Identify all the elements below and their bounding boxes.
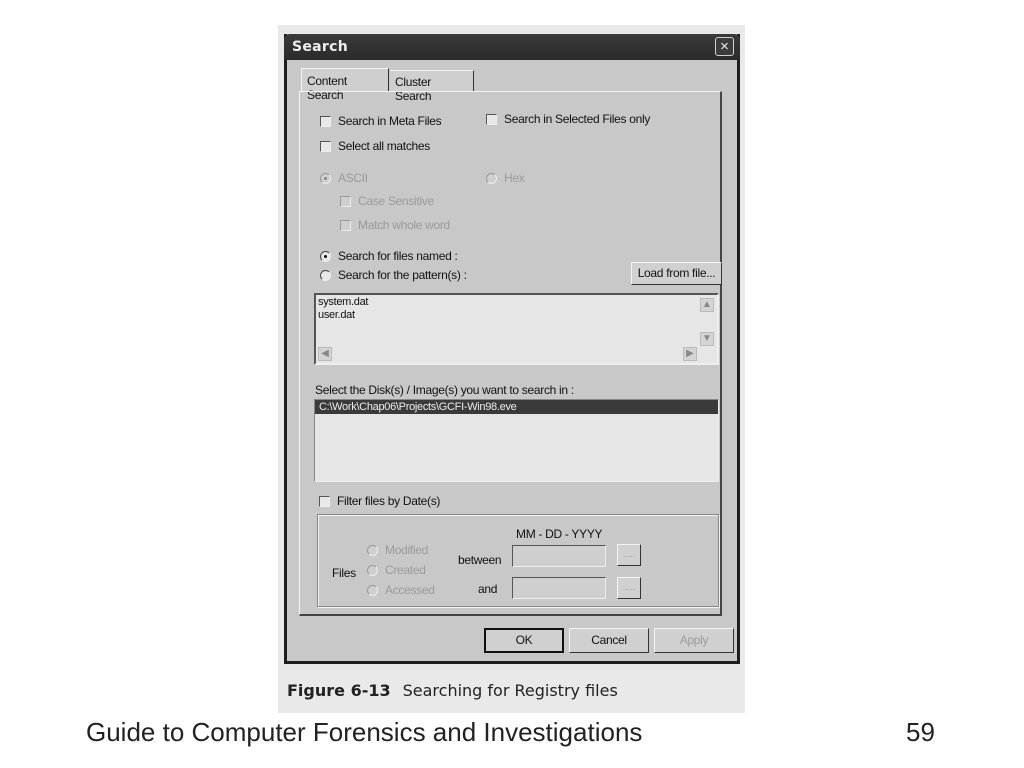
chevron-down-icon: ▼	[702, 333, 712, 344]
and-label: and	[478, 582, 498, 596]
date-format-label: MM - DD - YYYY	[516, 527, 603, 541]
ok-button[interactable]: OK	[484, 628, 564, 653]
filter-by-date-checkbox[interactable]	[319, 496, 330, 507]
date-filter-group: MM - DD - YYYY Files Modified Created Ac…	[317, 514, 719, 607]
footer-book-title: Guide to Computer Forensics and Investig…	[86, 717, 643, 747]
end-date-picker-button[interactable]: .....	[617, 577, 641, 599]
start-date-field[interactable]	[512, 545, 606, 567]
close-button[interactable]: ×	[715, 37, 734, 56]
end-date-field[interactable]	[512, 577, 606, 599]
footer-page-number: 59	[906, 717, 935, 747]
scroll-left-button[interactable]: ◀	[318, 347, 332, 361]
apply-button[interactable]: Apply	[654, 628, 734, 653]
figure-caption: Figure 6-13 Searching for Registry files	[287, 681, 618, 700]
disk-select-label: Select the Disk(s) / Image(s) you want t…	[315, 383, 574, 397]
search-files-named-radio[interactable]	[320, 251, 331, 262]
search-terms-textarea[interactable]: system.dat user.dat ▲ ▼ ◀ ▶	[314, 293, 719, 365]
search-term: user.dat	[318, 309, 355, 321]
search-selected-only-label: Search in Selected Files only	[504, 112, 651, 126]
between-label: between	[458, 553, 502, 567]
created-radio[interactable]	[367, 565, 378, 576]
filter-by-date-label: Filter files by Date(s)	[337, 494, 441, 508]
scroll-right-button[interactable]: ▶	[683, 347, 697, 361]
search-meta-files-label: Search in Meta Files	[338, 114, 442, 128]
disk-image-list[interactable]: C:\Work\Chap06\Projects\GCFI-Win98.eve	[314, 399, 719, 482]
search-dialog: Search × Content Search Cluster Search S…	[284, 34, 740, 664]
search-files-named-label: Search for files named :	[338, 249, 458, 263]
hex-label: Hex	[504, 171, 525, 185]
accessed-label: Accessed	[385, 583, 435, 597]
search-meta-files-checkbox[interactable]	[320, 116, 331, 127]
load-from-file-button[interactable]: Load from file...	[631, 262, 722, 285]
case-sensitive-checkbox[interactable]	[340, 196, 351, 207]
tab-content-search[interactable]: Content Search	[301, 68, 389, 102]
created-label: Created	[385, 563, 426, 577]
ascii-radio[interactable]	[320, 173, 331, 184]
chevron-right-icon: ▶	[686, 348, 694, 359]
start-date-picker-button[interactable]: .....	[617, 544, 641, 566]
scroll-down-button[interactable]: ▼	[700, 332, 714, 346]
search-term: system.dat	[318, 296, 369, 308]
case-sensitive-label: Case Sensitive	[358, 194, 434, 208]
scroll-up-button[interactable]: ▲	[700, 298, 714, 312]
close-icon: ×	[720, 38, 729, 55]
figure-number: Figure 6-13	[287, 681, 391, 700]
modified-radio[interactable]	[367, 545, 378, 556]
select-all-matches-label: Select all matches	[338, 139, 430, 153]
search-pattern-radio[interactable]	[320, 270, 331, 281]
match-whole-word-checkbox[interactable]	[340, 220, 351, 231]
chevron-left-icon: ◀	[321, 348, 329, 359]
chevron-up-icon: ▲	[702, 299, 712, 310]
tab-cluster-search[interactable]: Cluster Search	[390, 70, 474, 103]
search-pattern-label: Search for the pattern(s) :	[338, 268, 467, 282]
hex-radio[interactable]	[486, 173, 497, 184]
cancel-button[interactable]: Cancel	[569, 628, 649, 653]
figure-caption-text: Searching for Registry files	[402, 681, 618, 700]
accessed-radio[interactable]	[367, 585, 378, 596]
dialog-title: Search	[292, 39, 348, 55]
modified-label: Modified	[385, 543, 428, 557]
disk-list-item[interactable]: C:\Work\Chap06\Projects\GCFI-Win98.eve	[315, 400, 718, 414]
ascii-label: ASCII	[338, 171, 368, 185]
select-all-matches-checkbox[interactable]	[320, 141, 331, 152]
search-selected-only-checkbox[interactable]	[486, 114, 497, 125]
match-whole-word-label: Match whole word	[358, 218, 450, 232]
files-label: Files	[332, 566, 356, 580]
title-bar[interactable]: Search ×	[284, 34, 740, 60]
